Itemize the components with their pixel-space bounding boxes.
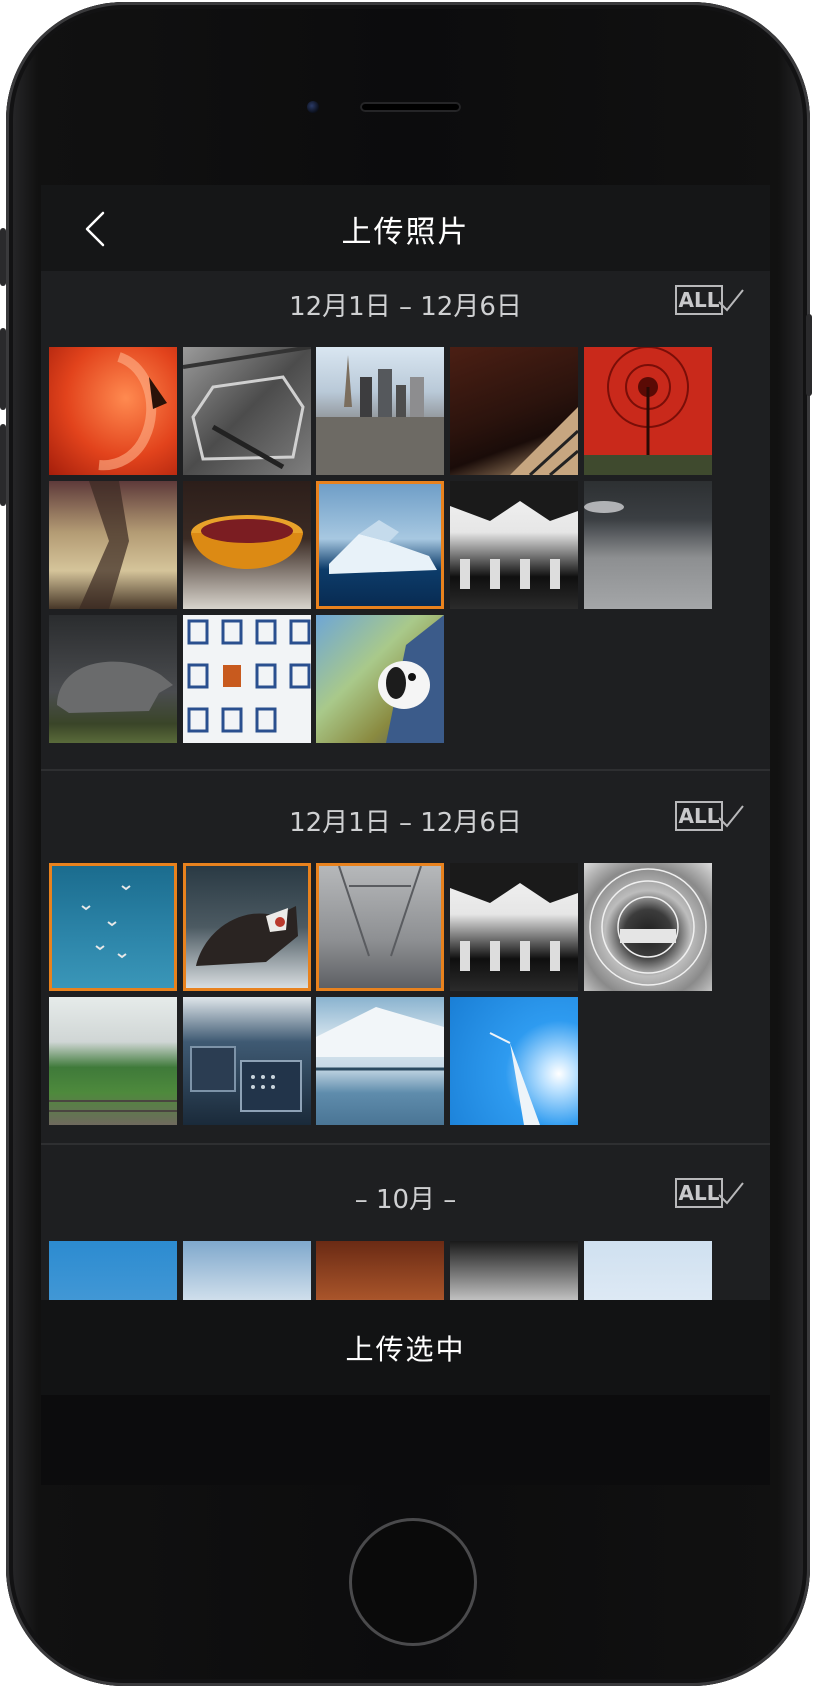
photo-thumbnail[interactable] — [183, 347, 311, 475]
select-all-button[interactable]: ALL — [675, 800, 747, 834]
photo-thumbnail[interactable] — [316, 863, 444, 991]
section-header: 12月1日 – 12月6日 ALL — [41, 272, 770, 332]
volume-up-button — [0, 328, 6, 410]
checkmark-icon — [718, 289, 744, 312]
photo-thumbnail[interactable] — [49, 997, 177, 1125]
photo-thumbnail[interactable] — [584, 347, 712, 475]
volume-down-button — [0, 424, 6, 506]
photo-thumbnail[interactable] — [183, 863, 311, 991]
photo-thumbnail[interactable] — [450, 481, 578, 609]
screen: 上传照片 12月1日 – 12月6日 ALL 12月1日 – 12月6日 ALL… — [41, 185, 770, 1485]
checkmark-icon — [718, 805, 744, 828]
photo-thumbnail[interactable] — [49, 863, 177, 991]
section-divider — [41, 1143, 770, 1145]
select-all-button[interactable]: ALL — [675, 284, 747, 318]
checkmark-icon — [718, 1182, 744, 1205]
photo-thumbnail[interactable] — [183, 997, 311, 1125]
photo-thumbnail[interactable] — [49, 347, 177, 475]
bottom-bar: 上传选中 — [41, 1300, 770, 1395]
earpiece-speaker — [360, 102, 461, 112]
photo-thumbnail[interactable] — [450, 997, 578, 1125]
home-button[interactable] — [349, 1518, 477, 1646]
section-divider — [41, 769, 770, 771]
photo-thumbnail[interactable] — [316, 481, 444, 609]
mute-switch — [0, 228, 6, 286]
photo-thumbnail[interactable] — [183, 615, 311, 743]
photo-thumbnail[interactable] — [450, 347, 578, 475]
photo-thumbnail[interactable] — [450, 863, 578, 991]
section-header: 12月1日 – 12月6日 ALL — [41, 788, 770, 848]
front-camera — [307, 101, 319, 113]
photo-thumbnail[interactable] — [183, 481, 311, 609]
photo-thumbnail[interactable] — [49, 615, 177, 743]
page-title: 上传照片 — [341, 215, 470, 250]
section-date-range: 12月1日 – 12月6日 — [289, 808, 522, 838]
section-month: – 10月 – — [354, 1185, 457, 1215]
photo-thumbnail[interactable] — [316, 997, 444, 1125]
photo-thumbnail[interactable] — [584, 481, 712, 609]
photo-thumbnail[interactable] — [49, 481, 177, 609]
photo-thumbnail[interactable] — [584, 863, 712, 991]
photo-thumbnail[interactable] — [316, 615, 444, 743]
upload-selected-button[interactable]: 上传选中 — [41, 1328, 770, 1368]
navigation-bar: 上传照片 — [41, 185, 770, 271]
screen-bottom-area — [41, 1395, 770, 1485]
section-date-range: 12月1日 – 12月6日 — [289, 292, 522, 322]
photo-thumbnail[interactable] — [316, 347, 444, 475]
section-header: – 10月 – ALL — [41, 1165, 770, 1225]
select-all-button[interactable]: ALL — [675, 1177, 747, 1211]
power-button — [806, 314, 812, 396]
